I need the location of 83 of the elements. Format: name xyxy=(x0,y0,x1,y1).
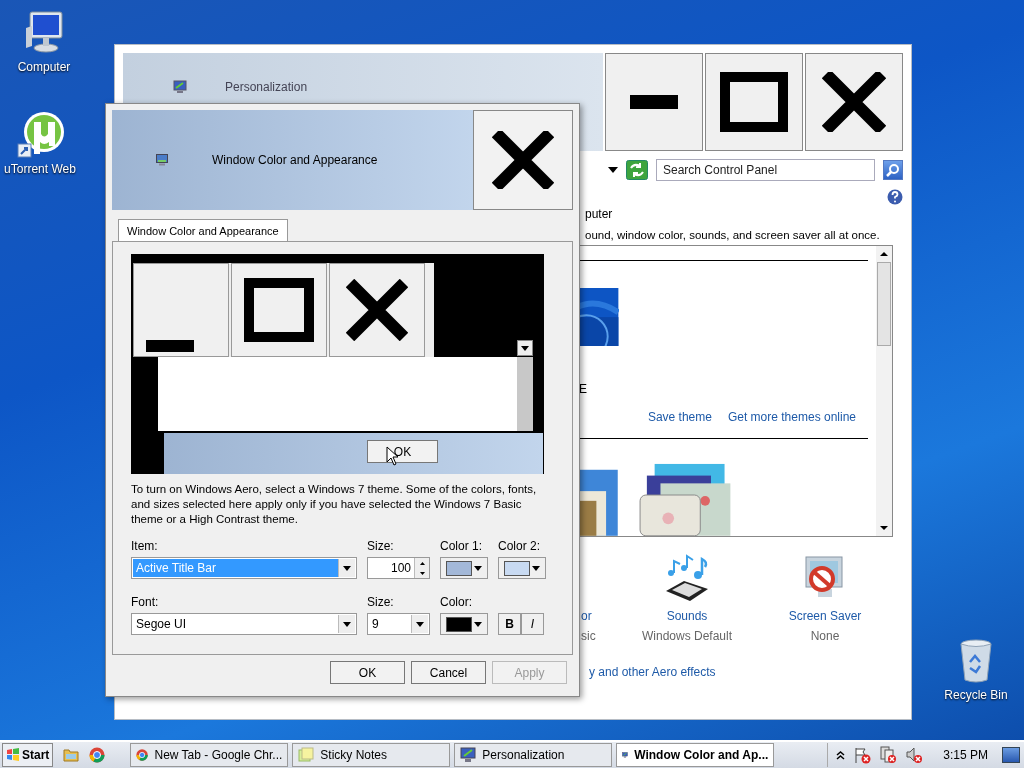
chevron-up-icon[interactable] xyxy=(836,750,846,760)
window-title: Personalization xyxy=(225,80,308,94)
refresh-icon[interactable] xyxy=(626,160,648,180)
dropdown-arrow-icon[interactable] xyxy=(608,167,618,173)
speaker-muted-icon[interactable] xyxy=(905,746,924,764)
sticky-note-icon xyxy=(298,747,315,763)
show-desktop-button[interactable] xyxy=(1002,747,1020,763)
clock[interactable]: 3:15 PM xyxy=(943,748,988,762)
setting-link[interactable]: or xyxy=(581,609,592,623)
windows-logo-icon xyxy=(6,748,20,762)
dropdown-arrow-icon xyxy=(532,565,540,571)
desktop-icon-label: Recycle Bin xyxy=(944,688,1008,702)
network-error-icon[interactable] xyxy=(879,746,898,764)
dropdown-arrow-icon xyxy=(416,621,424,627)
spin-up-icon[interactable] xyxy=(419,561,425,565)
taskbar-button[interactable]: Personalization xyxy=(454,743,613,767)
utorrent-icon[interactable] xyxy=(16,110,64,158)
close-icon xyxy=(822,72,886,132)
scroll-thumb[interactable] xyxy=(877,262,891,346)
setting-link[interactable]: Sounds xyxy=(666,609,708,623)
theme-link[interactable]: Save theme xyxy=(647,410,712,425)
field-label: Size: xyxy=(367,539,395,555)
close-button[interactable] xyxy=(805,53,903,151)
close-button[interactable] xyxy=(473,110,573,210)
scrollbar[interactable] xyxy=(876,246,892,536)
setting-value: None xyxy=(810,629,840,643)
spin-down-icon[interactable] xyxy=(419,571,425,575)
theme-link[interactable]: Get more themes online xyxy=(727,410,856,425)
setting-link[interactable]: Screen Saver xyxy=(788,609,862,623)
close-icon xyxy=(346,279,408,341)
field-label: Size: xyxy=(367,595,395,611)
minimize-icon xyxy=(146,340,194,352)
field-label: Font: xyxy=(131,595,160,611)
bold-button[interactable]: B xyxy=(498,613,521,635)
desktop-icon-label: Computer xyxy=(17,60,71,74)
browser-icon xyxy=(136,747,149,763)
setting-value: sic xyxy=(581,629,596,643)
minimize-icon xyxy=(630,95,678,109)
size-spinner[interactable]: 100 xyxy=(367,557,430,579)
instruction-text: To turn on Windows Aero, select a Windows 7 theme. Some of the colors, fonts, and sizes selected here apply only if you have selected the Windows 7 Basic theme or a High Contrast theme. xyxy=(131,482,538,527)
maximize-icon xyxy=(720,72,788,132)
dialog-button[interactable]: Cancel xyxy=(411,661,486,684)
dropdown-arrow-icon xyxy=(474,565,482,571)
window-title: Window Color and Appearance xyxy=(212,153,378,167)
flag-error-icon[interactable] xyxy=(853,746,872,764)
font-dropdown[interactable]: Segoe UI xyxy=(131,613,357,635)
dialog-button[interactable]: OK xyxy=(330,661,405,684)
description-text: ound, window color, sounds, and screen saver all at once. xyxy=(585,229,881,241)
color-picker-button[interactable] xyxy=(440,557,488,579)
dropdown-arrow-icon xyxy=(474,621,482,627)
color-picker-button[interactable] xyxy=(498,557,546,579)
help-icon[interactable] xyxy=(887,189,903,205)
color-picker-button[interactable] xyxy=(440,613,488,635)
italic-button[interactable]: I xyxy=(521,613,544,635)
monitor-icon xyxy=(460,747,477,763)
browser-icon[interactable] xyxy=(89,747,106,763)
tab[interactable]: Window Color and Appearance xyxy=(118,219,288,241)
maximize-icon xyxy=(244,278,314,342)
close-icon xyxy=(492,131,554,189)
minimize-button[interactable] xyxy=(605,53,703,151)
dropdown-arrow-icon xyxy=(521,345,529,351)
field-label: Color 2: xyxy=(498,539,542,555)
desktop-icon-label: uTorrent Web xyxy=(4,162,76,176)
field-label: Color 1: xyxy=(440,539,484,555)
start-button[interactable]: Start xyxy=(2,743,54,767)
search-button[interactable] xyxy=(883,160,903,180)
taskbar-button[interactable]: Sticky Notes xyxy=(292,743,451,767)
field-label: Color: xyxy=(440,595,473,611)
monitor-icon xyxy=(156,154,168,166)
setting-value: Windows Default xyxy=(641,629,732,643)
aero-link[interactable]: y and other Aero effects xyxy=(589,665,903,679)
heading-text: puter xyxy=(585,207,614,221)
taskbar-button[interactable]: Window Color and Ap... xyxy=(616,743,775,767)
theme-name: E xyxy=(579,382,588,397)
dropdown-arrow-icon xyxy=(343,621,351,627)
search-field[interactable]: Search Control Panel xyxy=(656,159,875,181)
monitor-icon xyxy=(173,80,187,94)
search-icon xyxy=(886,163,900,177)
maximize-button[interactable] xyxy=(705,53,803,151)
field-label: Item: xyxy=(131,539,159,555)
font-size-dropdown[interactable]: 9 xyxy=(367,613,430,635)
taskbar-button[interactable]: New Tab - Google Chr... xyxy=(130,743,289,767)
dropdown-arrow-icon xyxy=(343,565,351,571)
